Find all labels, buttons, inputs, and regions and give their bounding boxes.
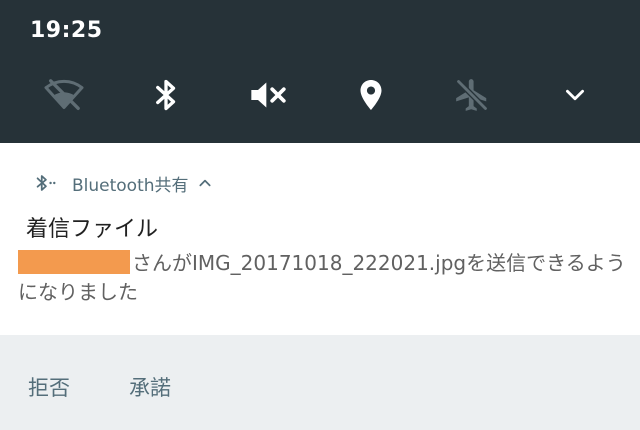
bluetooth-tile[interactable] — [138, 70, 194, 120]
notification-header[interactable]: Bluetooth共有 — [32, 171, 213, 196]
notification-body: さんがIMG_20171018_222021.jpgを送信できるようになりました — [18, 249, 628, 307]
status-time: 19:25 — [30, 18, 103, 43]
quick-settings-panel: 19:25 — [0, 0, 640, 143]
bluetooth-transfer-icon — [36, 175, 56, 191]
android-notification-shade: 19:25 Bluetooth共有 着信ファイル さんがIMG_20171018… — [0, 0, 640, 430]
wifi-off-icon — [44, 79, 84, 111]
volume-mute-icon — [251, 82, 286, 108]
wifi-tile[interactable] — [36, 70, 92, 120]
notification-card[interactable]: Bluetooth共有 着信ファイル さんがIMG_20171018_22202… — [0, 143, 640, 335]
sound-tile[interactable] — [240, 70, 296, 120]
notification-actions: 拒否 承諾 — [0, 335, 640, 430]
chevron-up-icon[interactable] — [197, 175, 213, 191]
accept-button[interactable]: 承諾 — [129, 372, 171, 402]
airplane-off-icon — [456, 79, 488, 111]
location-tile[interactable] — [343, 70, 399, 120]
reject-button[interactable]: 拒否 — [28, 372, 70, 402]
chevron-down-icon — [566, 89, 584, 101]
expand-tile[interactable] — [547, 70, 603, 120]
redacted-sender — [18, 250, 130, 274]
airplane-tile[interactable] — [444, 70, 500, 120]
notification-app-name: Bluetooth共有 — [72, 175, 189, 196]
bluetooth-icon — [156, 79, 176, 111]
location-icon — [360, 80, 382, 110]
notification-title: 着信ファイル — [26, 217, 159, 242]
quick-settings-row — [0, 70, 640, 120]
